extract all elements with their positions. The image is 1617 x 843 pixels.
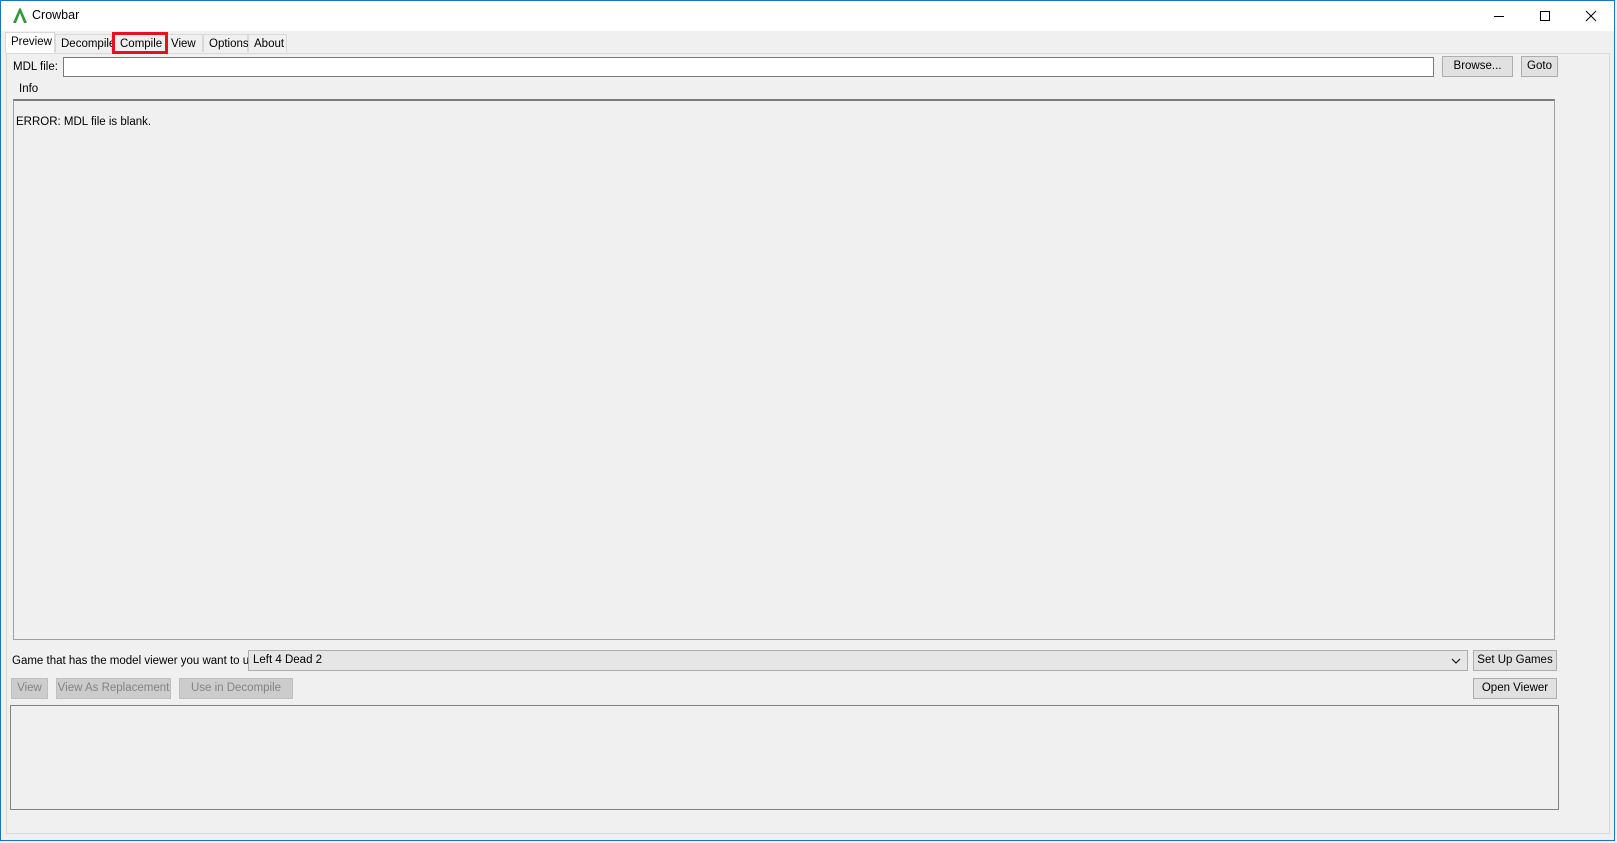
tab-preview[interactable]: Preview <box>5 32 55 53</box>
maximize-icon <box>1540 11 1550 21</box>
info-textbox[interactable]: ERROR: MDL file is blank. <box>13 99 1555 640</box>
close-icon <box>1585 10 1597 22</box>
mdl-file-input[interactable] <box>63 57 1434 77</box>
tab-view[interactable]: View <box>165 34 203 52</box>
game-label: Game that has the model viewer you want … <box>12 655 265 667</box>
open-viewer-button[interactable]: Open Viewer <box>1473 678 1557 699</box>
tab-about[interactable]: About <box>248 34 287 52</box>
close-button[interactable] <box>1568 1 1614 31</box>
view-as-replacement-button[interactable]: View As Replacement <box>56 678 171 699</box>
tab-label: Decompile <box>61 38 116 50</box>
set-up-games-button[interactable]: Set Up Games <box>1473 650 1557 671</box>
tab-compile[interactable]: Compile <box>112 32 168 54</box>
maximize-button[interactable] <box>1522 1 1568 31</box>
tab-label: View <box>171 38 196 50</box>
tab-label: Options <box>209 38 249 50</box>
crowbar-window: Crowbar Preview Decompile Compile View O… <box>0 0 1615 841</box>
preview-panel: MDL file: Browse... Goto Info ERROR: MDL… <box>6 53 1610 834</box>
chevron-down-icon <box>1449 651 1463 670</box>
tab-label: About <box>254 38 285 50</box>
minimize-button[interactable] <box>1476 1 1522 31</box>
tab-options[interactable]: Options <box>203 34 249 52</box>
title-bar[interactable]: Crowbar <box>1 1 1614 31</box>
goto-button[interactable]: Goto <box>1521 56 1558 77</box>
mdl-file-label: MDL file: <box>13 61 58 73</box>
info-group-title: Info <box>17 83 41 95</box>
crowbar-app-icon <box>13 8 27 23</box>
tab-label: Compile <box>120 38 163 50</box>
tab-decompile[interactable]: Decompile <box>55 34 116 52</box>
game-select[interactable]: Left 4 Dead 2 <box>248 650 1468 671</box>
log-textbox[interactable] <box>10 705 1559 810</box>
tab-label: Preview <box>11 36 52 48</box>
info-message: ERROR: MDL file is blank. <box>16 116 152 128</box>
minimize-icon <box>1494 16 1504 17</box>
use-in-decompile-button[interactable]: Use in Decompile <box>179 678 293 699</box>
game-select-value: Left 4 Dead 2 <box>253 654 323 666</box>
browse-button[interactable]: Browse... <box>1442 56 1513 77</box>
view-button[interactable]: View <box>11 678 48 699</box>
window-title: Crowbar <box>32 8 80 22</box>
